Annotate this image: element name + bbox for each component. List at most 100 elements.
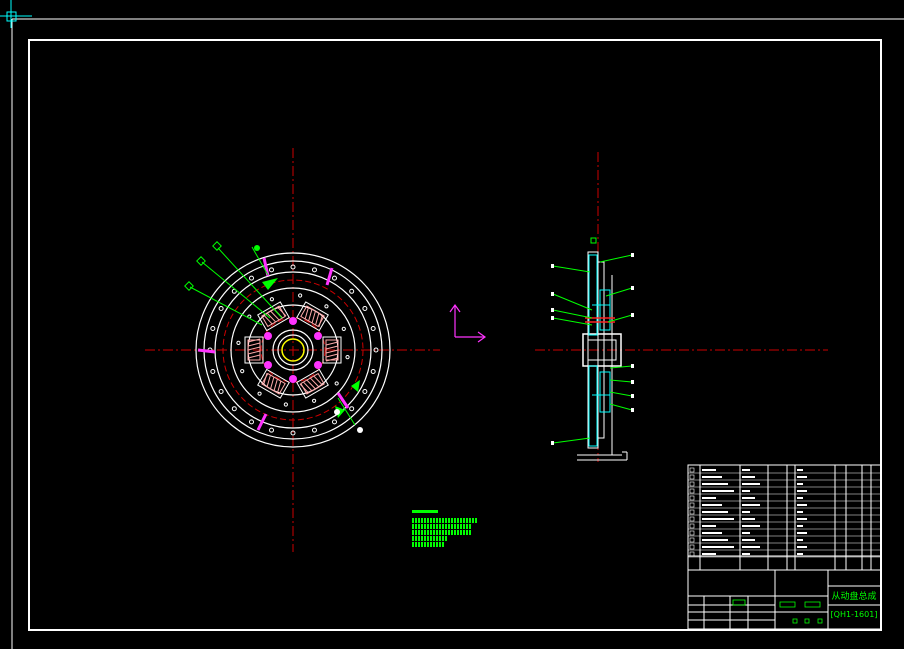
text-glyph [418, 542, 420, 547]
front-view[interactable] [145, 148, 440, 552]
text-glyph [433, 542, 435, 547]
text-glyph [412, 524, 414, 529]
cad-drawing-canvas[interactable]: 从动盘总成 [QH1-1601] [0, 0, 904, 649]
text-glyph [430, 530, 432, 535]
text-glyph [469, 518, 471, 523]
row-text [742, 469, 750, 471]
row-index-box [689, 530, 695, 536]
text-glyph [448, 524, 450, 529]
rivet-hole [334, 381, 339, 386]
text-glyph [439, 524, 441, 529]
text-glyph [457, 530, 459, 535]
row-text [702, 518, 734, 520]
text-glyph [439, 536, 441, 541]
row-text [797, 532, 807, 534]
row-text [797, 504, 807, 506]
text-glyph [433, 530, 435, 535]
rivet-hole [269, 427, 275, 433]
text-glyph [424, 542, 426, 547]
text-glyph [418, 530, 420, 535]
rivet-hole [218, 389, 224, 394]
row-text [702, 553, 716, 555]
row-text [742, 511, 750, 513]
row-index-box [689, 481, 695, 487]
ucs-axis-icon [449, 303, 487, 343]
row-index-box [689, 544, 695, 550]
text-glyph [451, 518, 453, 523]
text-glyph [427, 518, 429, 523]
text-glyph [442, 524, 444, 529]
text-glyph [433, 536, 435, 541]
row-index-box [689, 537, 695, 543]
text-glyph [430, 518, 432, 523]
text-glyph [427, 524, 429, 529]
row-text [742, 476, 755, 478]
side-view[interactable] [535, 152, 828, 462]
rivet-hole [362, 389, 368, 394]
row-text [797, 497, 803, 499]
row-index-box [689, 502, 695, 508]
text-glyph [430, 524, 432, 529]
text-glyph [418, 524, 420, 529]
rivet-hole [283, 402, 288, 407]
text-glyph [427, 542, 429, 547]
text-glyph [412, 530, 414, 535]
text-glyph [412, 542, 414, 547]
row-text [702, 532, 722, 534]
friction-plate [577, 251, 628, 461]
text-glyph [424, 518, 426, 523]
rivet-hole [257, 391, 262, 396]
text-glyph [442, 518, 444, 523]
text-glyph [451, 524, 453, 529]
text-glyph [469, 524, 471, 529]
text-glyph [436, 530, 438, 535]
row-text [742, 490, 750, 492]
text-glyph [421, 530, 423, 535]
rivet-hole [269, 267, 275, 273]
rivet-hole [311, 398, 317, 403]
text-glyph [412, 536, 414, 541]
rivet-hole [332, 275, 337, 281]
row-text [742, 518, 755, 520]
sheet-border [11, 18, 904, 649]
rivet-hole [341, 326, 346, 332]
text-glyph [454, 518, 456, 523]
text-glyph [439, 518, 441, 523]
text-glyph [460, 518, 462, 523]
row-index-box [689, 523, 695, 529]
text-glyph [424, 530, 426, 535]
row-text [702, 497, 716, 499]
text-glyph [442, 536, 444, 541]
rivet-hole [349, 288, 355, 294]
text-glyph [436, 518, 438, 523]
text-glyph [445, 524, 447, 529]
row-text [742, 483, 760, 485]
row-text [797, 483, 803, 485]
row-text [797, 553, 803, 555]
text-glyph [421, 518, 423, 523]
row-text [797, 518, 807, 520]
row-text [702, 483, 728, 485]
row-index-box [689, 474, 695, 480]
row-text [742, 532, 750, 534]
row-text [742, 539, 755, 541]
side-view-center-lines [535, 152, 828, 462]
text-glyph [475, 518, 477, 523]
rivet-hole [298, 293, 303, 298]
text-glyph [415, 542, 417, 547]
text-glyph [415, 518, 417, 523]
text-glyph [421, 524, 423, 529]
text-glyph [415, 524, 417, 529]
text-glyph [427, 530, 429, 535]
text-glyph [442, 530, 444, 535]
text-glyph [421, 536, 423, 541]
row-text [742, 553, 750, 555]
row-text [702, 525, 716, 527]
row-index-box [689, 495, 695, 501]
title-block[interactable]: 从动盘总成 [QH1-1601] [687, 464, 882, 630]
text-glyph [454, 524, 456, 529]
text-glyph [415, 530, 417, 535]
text-glyph [457, 518, 459, 523]
rivet-hole [332, 419, 337, 425]
row-index-box [689, 509, 695, 515]
